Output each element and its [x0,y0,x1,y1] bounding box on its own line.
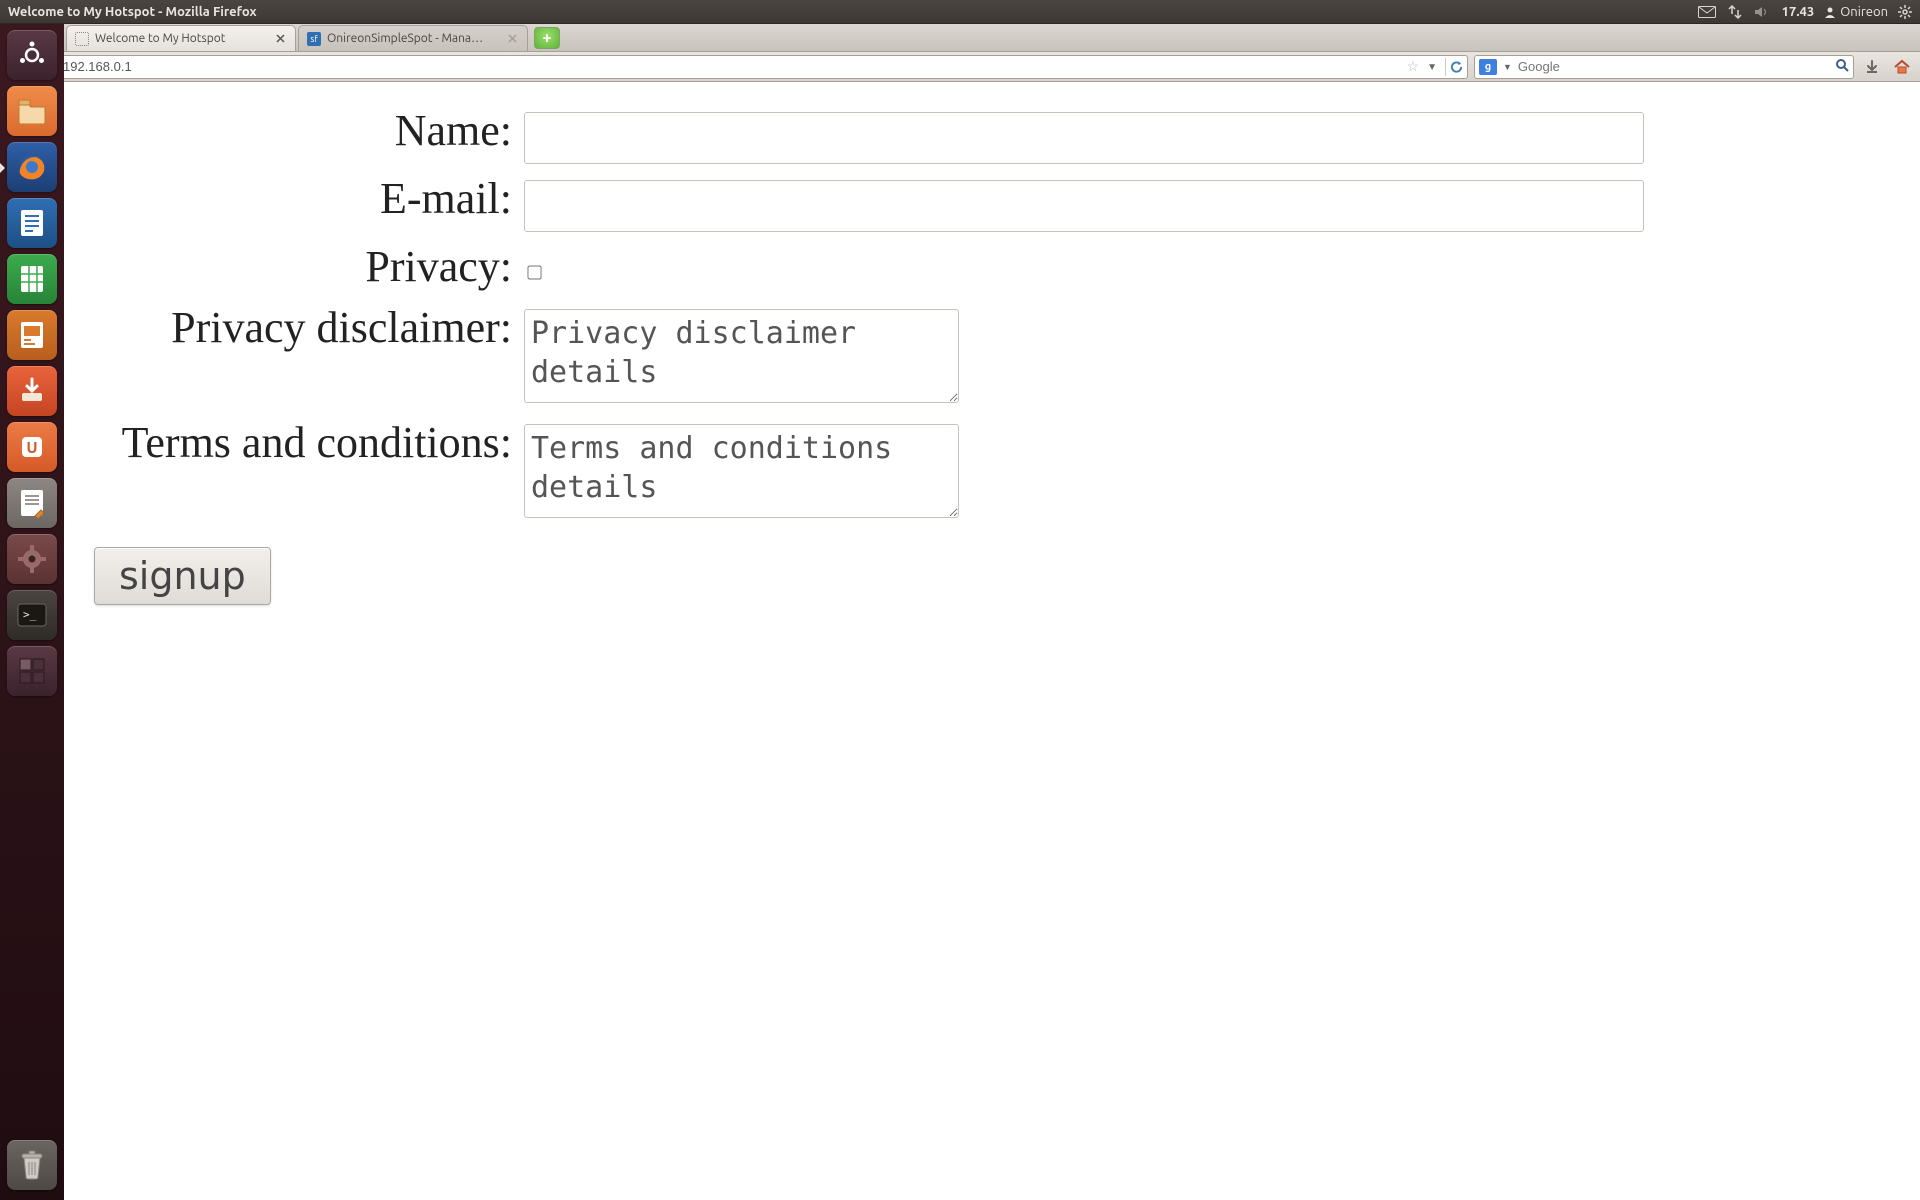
user-icon [1824,6,1836,18]
launcher-software-updater-icon[interactable] [7,366,57,416]
tab-close-icon[interactable] [505,32,519,46]
system-menubar: Welcome to My Hotspot - Mozilla Firefox … [0,0,1920,24]
bookmark-star-icon[interactable]: ☆ [1407,58,1420,75]
tab-label: Welcome to My Hotspot [95,32,267,45]
svg-text:>_: >_ [23,608,37,621]
tab-label: OnireonSimpleSpot - Mana… [327,32,499,45]
clock[interactable]: 17.43 [1782,5,1815,19]
new-tab-button[interactable]: + [534,27,560,49]
terms-label: Terms and conditions: [94,418,524,523]
search-bar[interactable]: g ▼ [1474,55,1854,79]
launcher-calc-icon[interactable] [7,254,57,304]
launcher-firefox-icon[interactable] [7,142,57,192]
launcher-impress-icon[interactable] [7,310,57,360]
signup-button[interactable]: signup [94,547,271,605]
launcher-settings-icon[interactable] [7,534,57,584]
tab-welcome[interactable]: Welcome to My Hotspot [66,25,296,51]
tab-onireon[interactable]: sf OnireonSimpleSpot - Mana… [298,25,528,51]
name-label: Name: [94,106,524,164]
launcher-files-icon[interactable] [7,86,57,136]
sound-indicator-icon[interactable] [1754,5,1770,19]
page-content: Name: E-mail: Privacy: Privacy disclaime… [64,82,1920,1200]
name-input[interactable] [524,112,1644,164]
launcher-dash-icon[interactable] [7,30,57,80]
email-label: E-mail: [94,174,524,232]
privacy-checkbox[interactable] [527,265,541,279]
reload-button[interactable] [1445,58,1463,76]
symfony-icon: sf [307,32,321,46]
search-engine-dropdown-icon[interactable]: ▼ [1503,62,1512,72]
disclaimer-label: Privacy disclaimer: [94,303,524,408]
svg-text:U: U [26,439,37,457]
session-user[interactable]: Onireon [1824,5,1888,19]
url-bar[interactable]: ☆ ▼ [36,55,1468,79]
launcher-workspace-switcher-icon[interactable] [7,646,57,696]
browser-tabstrip: Welcome to My Hotspot sf OnireonSimpleSp… [0,24,1920,52]
tab-close-icon[interactable] [273,32,287,46]
unity-launcher: U >_ [0,24,64,1200]
generic-page-icon [75,32,89,46]
search-go-icon[interactable] [1835,58,1849,76]
url-input[interactable] [63,59,1401,74]
system-gear-icon[interactable] [1898,5,1912,19]
downloads-button[interactable] [1860,56,1884,78]
launcher-trash-icon[interactable] [7,1140,57,1190]
search-input[interactable] [1518,59,1829,74]
network-indicator-icon[interactable] [1728,5,1742,19]
email-input[interactable] [524,180,1644,232]
launcher-text-editor-icon[interactable] [7,478,57,528]
privacy-label: Privacy: [94,242,524,293]
launcher-writer-icon[interactable] [7,198,57,248]
launcher-terminal-icon[interactable]: >_ [7,590,57,640]
window-title: Welcome to My Hotspot - Mozilla Firefox [8,5,257,19]
browser-navbar: ☆ ▼ g ▼ [0,52,1920,82]
terms-textarea[interactable] [524,424,959,518]
search-engine-icon[interactable]: g [1479,59,1497,75]
launcher-ubuntu-one-icon[interactable]: U [7,422,57,472]
mail-indicator-icon[interactable] [1698,6,1716,18]
home-button[interactable] [1890,56,1914,78]
url-history-dropdown-icon[interactable]: ▼ [1425,61,1439,73]
session-user-name: Onireon [1840,5,1888,19]
disclaimer-textarea[interactable] [524,309,959,403]
